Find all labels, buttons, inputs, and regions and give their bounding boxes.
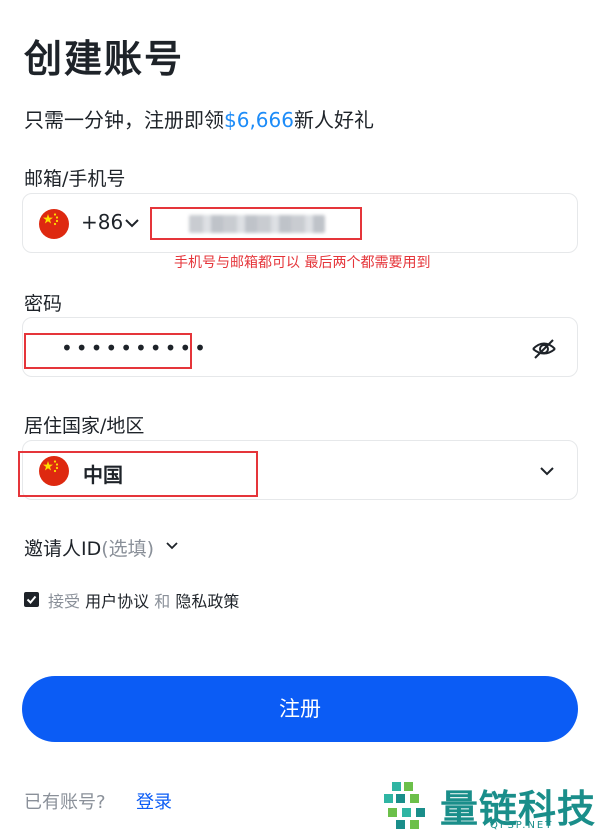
watermark-logo-icon — [384, 782, 425, 829]
chevron-down-icon[interactable] — [164, 538, 180, 554]
invite-label: 邀请人ID — [24, 538, 102, 560]
register-button[interactable]: 注册 — [22, 676, 578, 742]
subtitle-suffix: 新人好礼 — [293, 108, 374, 132]
country-code-selector[interactable]: +86 — [81, 210, 123, 234]
chevron-down-icon[interactable] — [537, 461, 557, 481]
agreement-checkbox[interactable] — [24, 592, 39, 607]
annotation-note: 手机号与邮箱都可以 最后两个都需要用到 — [174, 255, 431, 271]
annotation-box-password — [24, 333, 192, 369]
have-account-text: 已有账号? — [24, 792, 106, 813]
page-title: 创建账号 — [24, 37, 185, 81]
china-flag-icon — [39, 209, 69, 239]
agreement-prefix: 接受 — [48, 592, 81, 611]
residence-label: 居住国家/地区 — [24, 415, 145, 437]
agreement-text: 接受 用户协议 和 隐私政策 — [48, 588, 239, 612]
annotation-box-residence — [18, 451, 258, 497]
page-subtitle: 只需一分钟，注册即领$6,666新人好礼 — [24, 104, 374, 133]
watermark-domain: QFSP.NET — [490, 820, 554, 831]
invite-optional: (选填) — [101, 538, 155, 560]
subtitle-amount: $6,666 — [224, 108, 294, 132]
watermark: 量链科技 QFSP.NET — [380, 778, 596, 834]
checkbox-checked-icon — [26, 595, 37, 604]
invite-toggle[interactable]: 邀请人ID(选填) — [24, 534, 154, 561]
annotation-box-account — [150, 207, 362, 240]
password-label: 密码 — [24, 293, 63, 315]
privacy-link[interactable]: 隐私政策 — [175, 592, 239, 611]
agreement-and: 和 — [154, 592, 171, 611]
login-link[interactable]: 登录 — [136, 788, 172, 814]
subtitle-prefix: 只需一分钟，注册即领 — [24, 108, 224, 132]
chevron-down-icon[interactable] — [123, 214, 141, 232]
account-label: 邮箱/手机号 — [24, 168, 126, 190]
eye-off-icon[interactable] — [531, 336, 557, 362]
terms-link[interactable]: 用户协议 — [85, 592, 149, 611]
